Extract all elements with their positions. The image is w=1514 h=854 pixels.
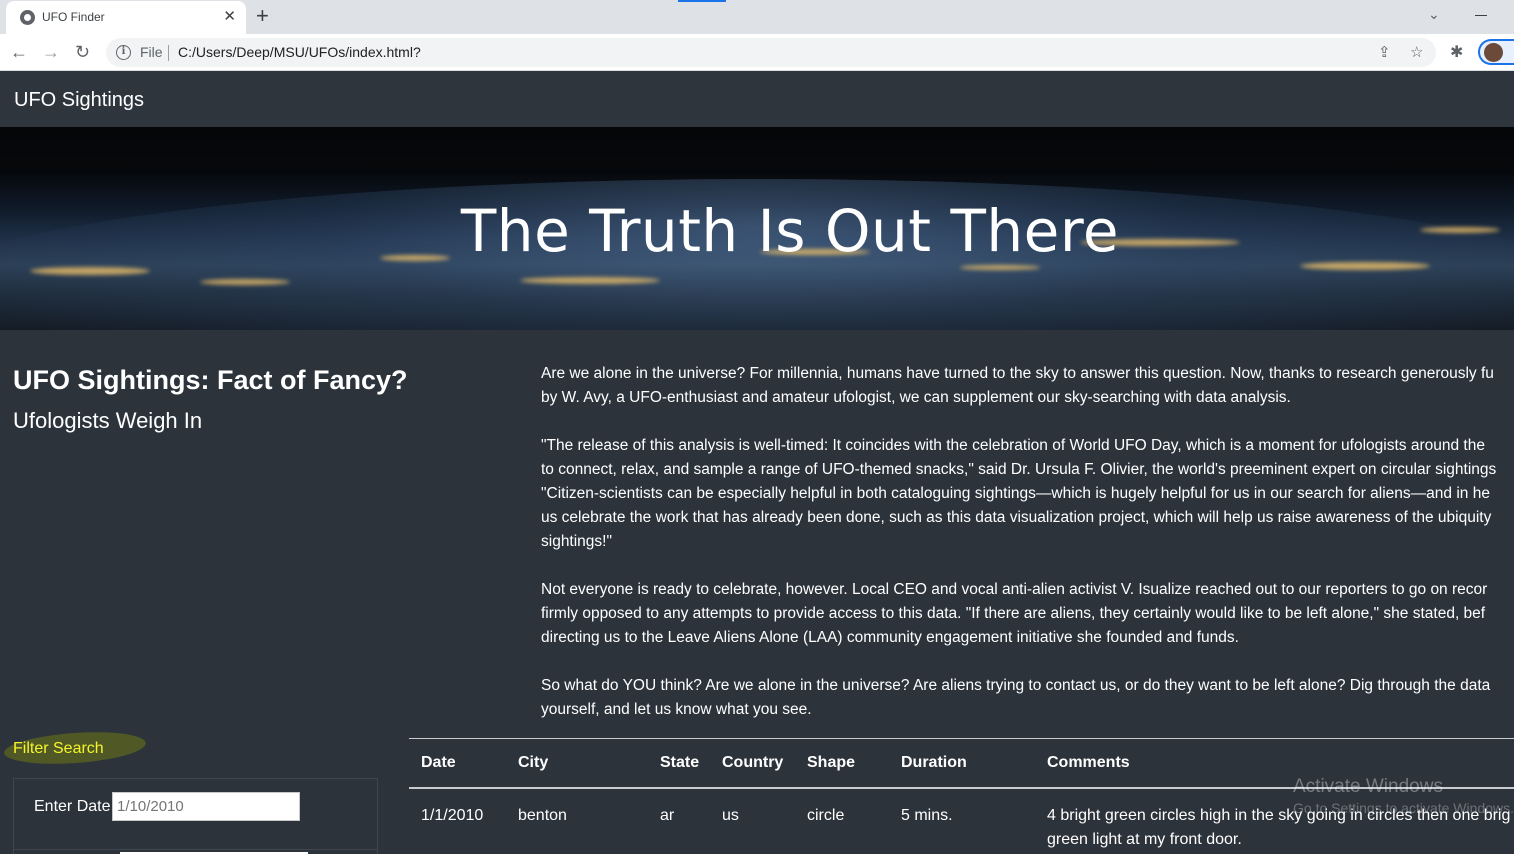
cell-shape: circle: [807, 807, 845, 824]
column-header-state: State: [660, 754, 700, 771]
forward-icon[interactable]: →: [42, 40, 60, 64]
article-line: us celebrate the work that has already b…: [541, 509, 1492, 526]
new-tab-button[interactable]: +: [256, 3, 269, 29]
comment-line: green light at my front door.: [1047, 831, 1242, 848]
cell-date: 1/1/2010: [421, 807, 484, 824]
headline-sub: Ufologists Weigh In: [13, 408, 203, 433]
tab-search-icon[interactable]: ⌄: [1428, 6, 1440, 23]
cell-duration: 5 mins.: [901, 807, 953, 824]
avatar: [1484, 43, 1503, 62]
article-paragraph: So what do YOU think? Are we alone in th…: [541, 674, 1514, 722]
cell-country: us: [722, 807, 739, 824]
site-info-icon[interactable]: i: [116, 45, 131, 60]
article-line: sightings!": [541, 533, 612, 550]
article-line: "Citizen-scientists can be especially he…: [541, 485, 1490, 502]
article-paragraph: Are we alone in the universe? For millen…: [541, 362, 1514, 410]
close-tab-icon[interactable]: ✕: [223, 7, 236, 27]
city-lights: [520, 277, 660, 284]
file-scheme-label: File: [140, 44, 163, 60]
article-line: yourself, and let us know what you see.: [541, 701, 812, 718]
url-text[interactable]: C:/Users/Deep/MSU/UFOs/index.html?: [178, 44, 421, 60]
profile-button[interactable]: [1478, 39, 1514, 65]
globe-icon: [20, 10, 35, 25]
article-line: So what do YOU think? Are we alone in th…: [541, 677, 1491, 694]
column-header-country: Country: [722, 754, 784, 771]
tab-title: UFO Finder: [42, 10, 105, 24]
navbar-brand[interactable]: UFO Sightings: [14, 89, 144, 112]
browser-tab[interactable]: UFO Finder ✕: [6, 1, 246, 34]
article-line: Are we alone in the universe? For millen…: [541, 365, 1494, 382]
activate-windows-watermark: Activate Windows: [1293, 776, 1443, 797]
article-line: firmly opposed to any attempts to provid…: [541, 605, 1486, 622]
reload-icon[interactable]: ↻: [75, 40, 90, 64]
article-line: directing us to the Leave Aliens Alone (…: [541, 629, 1239, 646]
article-line: by W. Avy, a UFO-enthusiast and amateur …: [541, 389, 1291, 406]
cell-city: benton: [518, 807, 567, 824]
tab-loading-indicator: [678, 0, 726, 2]
address-bar[interactable]: i File C:/Users/Deep/MSU/UFOs/index.html…: [106, 38, 1436, 67]
hero-banner: The Truth Is Out There: [0, 127, 1514, 330]
hero-title: The Truth Is Out There: [460, 197, 1120, 265]
headline-main: UFO Sightings: Fact of Fancy?: [13, 365, 408, 395]
column-header-comments: Comments: [1047, 754, 1130, 771]
article-paragraph: Not everyone is ready to celebrate, howe…: [541, 578, 1514, 650]
article-line: Not everyone is ready to celebrate, howe…: [541, 581, 1488, 598]
column-header-date: Date: [421, 754, 456, 771]
minimize-button[interactable]: [1475, 15, 1487, 16]
filter-row-divider: [14, 849, 377, 850]
share-icon[interactable]: ⇪: [1378, 43, 1391, 61]
browser-toolbar: ← → ↻ i File C:/Users/Deep/MSU/UFOs/inde…: [0, 34, 1514, 71]
back-icon[interactable]: ←: [10, 40, 28, 64]
column-header-city: City: [518, 754, 549, 771]
article-line: "The release of this analysis is well-ti…: [541, 437, 1485, 454]
article-line: to connect, relax, and sample a range of…: [541, 461, 1497, 478]
page-title: UFO Sightings: Fact of Fancy? Ufologists…: [13, 362, 503, 442]
site-navbar: UFO Sightings: [0, 71, 1514, 127]
bookmark-star-icon[interactable]: ☆: [1410, 43, 1423, 61]
browser-tabstrip: UFO Finder ✕ + ⌄: [0, 0, 1514, 34]
city-lights: [960, 265, 1040, 270]
article-body: Are we alone in the universe? For millen…: [541, 362, 1514, 746]
extensions-icon[interactable]: ✱: [1450, 42, 1463, 62]
filter-panel: Enter Date: [13, 778, 378, 854]
column-header-shape: Shape: [807, 754, 856, 771]
city-lights: [200, 279, 290, 285]
cell-state: ar: [660, 807, 675, 824]
activate-windows-hint: Go to Settings to activate Windows.: [1293, 800, 1514, 816]
city-lights: [30, 267, 150, 275]
date-input[interactable]: [112, 792, 300, 821]
filter-search-title: Filter Search: [13, 740, 104, 757]
address-separator: [168, 45, 169, 61]
date-label: Enter Date: [34, 798, 111, 815]
column-header-duration: Duration: [901, 754, 967, 771]
table-top-border: [409, 738, 1514, 739]
article-paragraph: "The release of this analysis is well-ti…: [541, 434, 1514, 554]
